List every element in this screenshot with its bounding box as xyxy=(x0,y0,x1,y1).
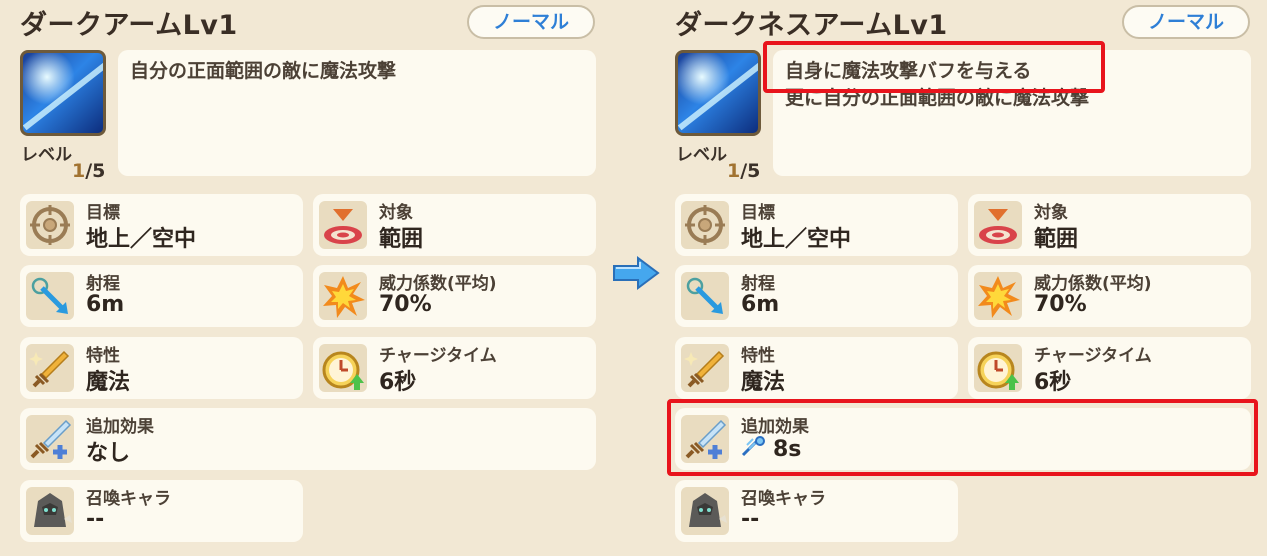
skill-icon xyxy=(20,50,106,136)
stat-label: 威力係数(平均) xyxy=(1034,274,1152,294)
stat-target: 目標 地上／空中 xyxy=(20,194,303,256)
stat-value: 6m xyxy=(86,292,125,317)
stat-label: チャージタイム xyxy=(379,346,497,366)
stat-power: 威力係数(平均) 70% xyxy=(968,265,1251,327)
stat-value: 範囲 xyxy=(1034,227,1079,252)
stat-label: チャージタイム xyxy=(1034,346,1152,366)
stat-value: なし xyxy=(86,441,131,466)
stat-label: 威力係数(平均) xyxy=(379,274,497,294)
stat-range: 射程 6m xyxy=(675,265,958,327)
stat-value: 6m xyxy=(741,292,780,317)
stat-value: 70% xyxy=(1034,292,1087,317)
stat-label: 特性 xyxy=(86,346,120,366)
sword-icon xyxy=(26,344,74,392)
level-label: レベル xyxy=(21,145,72,165)
stopwatch-icon xyxy=(319,344,367,392)
stat-label: 召喚キャラ xyxy=(741,489,826,509)
stat-value: 魔法 xyxy=(741,370,786,395)
stat-charge: チャージタイム 6秒 xyxy=(313,337,596,399)
level-value: 1/5 xyxy=(727,160,761,182)
stopwatch-icon xyxy=(974,344,1022,392)
stat-attribute: 特性 魔法 xyxy=(675,337,958,399)
rarity-badge[interactable]: ノーマル xyxy=(1122,5,1250,39)
stat-value: 6秒 xyxy=(379,370,417,395)
level-label: レベル xyxy=(676,145,727,165)
stat-value: 6秒 xyxy=(1034,370,1072,395)
stat-value: 地上／空中 xyxy=(86,227,197,252)
skill-title: ダークネスアームLv1 xyxy=(675,10,948,41)
stat-value: 70% xyxy=(379,292,432,317)
stat-scope: 対象 範囲 xyxy=(968,194,1251,256)
range-arrow-icon xyxy=(26,272,74,320)
stat-target: 目標 地上／空中 xyxy=(675,194,958,256)
stat-value: -- xyxy=(741,507,760,532)
stat-label: 射程 xyxy=(86,274,120,294)
stat-summon: 召喚キャラ -- xyxy=(675,480,958,542)
sword-icon xyxy=(681,344,729,392)
stat-summon: 召喚キャラ -- xyxy=(20,480,303,542)
highlight-box-extra-effect xyxy=(667,399,1258,476)
skill-description: 自分の正面範囲の敵に魔法攻撃 xyxy=(118,50,596,176)
area-target-icon xyxy=(319,201,367,249)
explosion-icon xyxy=(319,272,367,320)
rarity-badge[interactable]: ノーマル xyxy=(467,5,595,39)
crosshair-icon xyxy=(26,201,74,249)
stat-extra-effect: 追加効果 なし xyxy=(20,408,596,470)
crosshair-icon xyxy=(681,201,729,249)
stat-label: 召喚キャラ xyxy=(86,489,171,509)
stat-charge: チャージタイム 6秒 xyxy=(968,337,1251,399)
stat-label: 特性 xyxy=(741,346,775,366)
stat-value: 範囲 xyxy=(379,227,424,252)
highlight-box-description xyxy=(763,41,1105,93)
stat-label: 対象 xyxy=(1034,203,1068,223)
stat-value: -- xyxy=(86,507,105,532)
stat-attribute: 特性 魔法 xyxy=(20,337,303,399)
stat-label: 射程 xyxy=(741,274,775,294)
stat-label: 目標 xyxy=(86,203,120,223)
stat-label: 追加効果 xyxy=(86,417,154,437)
stat-label: 目標 xyxy=(741,203,775,223)
skill-panel-before: ダークアームLv1 ノーマル レベル 1/5 自分の正面範囲の敵に魔法攻撃 目標… xyxy=(0,0,598,556)
armored-monster-icon xyxy=(26,487,74,535)
armored-monster-icon xyxy=(681,487,729,535)
area-target-icon xyxy=(974,201,1022,249)
range-arrow-icon xyxy=(681,272,729,320)
stat-power: 威力係数(平均) 70% xyxy=(313,265,596,327)
explosion-icon xyxy=(974,272,1022,320)
skill-title: ダークアームLv1 xyxy=(20,10,238,41)
stat-value: 魔法 xyxy=(86,370,131,395)
level-value: 1/5 xyxy=(72,160,106,182)
stat-value: 地上／空中 xyxy=(741,227,852,252)
description-line: 自分の正面範囲の敵に魔法攻撃 xyxy=(130,60,397,82)
stat-range: 射程 6m xyxy=(20,265,303,327)
stat-scope: 対象 範囲 xyxy=(313,194,596,256)
skill-icon xyxy=(675,50,761,136)
skill-panel-after: ダークネスアームLv1 ノーマル レベル 1/5 自身に魔法攻撃バフを与える 更… xyxy=(655,0,1258,556)
sword-plus-icon xyxy=(26,415,74,463)
stat-label: 対象 xyxy=(379,203,413,223)
